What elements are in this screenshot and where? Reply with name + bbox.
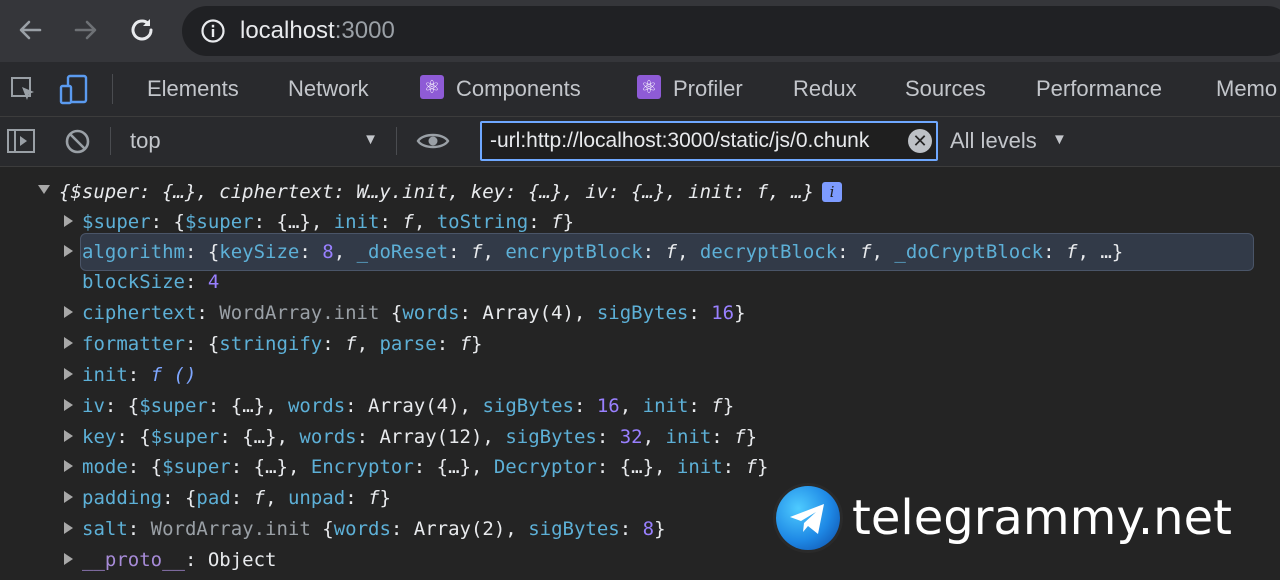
clear-console-icon[interactable] (64, 128, 91, 155)
property-class: WordArray.init (150, 518, 311, 540)
property-row[interactable]: algorithm: {keySize: 8, _doReset: f, enc… (64, 237, 1123, 267)
inspect-element-icon[interactable] (10, 76, 38, 104)
tab-components[interactable]: ⚛ Components (420, 62, 581, 116)
tab-sources[interactable]: Sources (905, 62, 986, 116)
paper-plane-icon (790, 504, 824, 534)
devtools-tab-bar: Elements Network ⚛ Components ⚛ Profiler R… (0, 62, 1280, 117)
property-row[interactable]: $super: {$super: {…}, init: f, toString:… (64, 207, 574, 237)
property-value: {keySize: 8, _doReset: f, encryptBlock: … (207, 241, 1124, 263)
forward-button[interactable] (68, 12, 104, 48)
telegram-globe-icon (776, 486, 840, 550)
url-port: :3000 (334, 17, 395, 44)
info-badge[interactable]: i (821, 181, 842, 202)
expand-triangle-icon[interactable] (64, 367, 73, 380)
property-row[interactable]: iv: {$super: {…}, words: Array(4), sigBy… (64, 391, 734, 421)
object-summary: {$super: {…}, ciphertext: W…y.init, key:… (59, 181, 814, 203)
property-key: iv (82, 395, 105, 417)
tab-network[interactable]: Network (288, 62, 369, 116)
eye-icon[interactable] (416, 129, 450, 153)
property-key: ciphertext (82, 302, 197, 324)
property-row[interactable]: mode: {$super: {…}, Encryptor: {…}, Decr… (64, 452, 768, 482)
tab-components-label: Components (456, 76, 581, 101)
toolbar-divider (396, 127, 397, 155)
collapse-triangle-icon[interactable] (38, 185, 50, 194)
property-row: blockSize: 4 (82, 271, 220, 293)
object-summary-row[interactable]: {$super: {…}, ciphertext: W…y.init, key:… (38, 177, 842, 207)
back-button[interactable] (12, 12, 48, 48)
property-value: Object (207, 549, 277, 571)
watermark: telegrammy.net (776, 486, 1280, 556)
show-sidebar-icon[interactable] (6, 128, 36, 154)
back-arrow-icon (19, 20, 42, 40)
property-key: formatter (82, 333, 185, 355)
property-row[interactable]: __proto__: Object (64, 545, 276, 575)
property-row[interactable]: padding: {pad: f, unpad: f} (64, 483, 391, 513)
property-row[interactable]: ciphertext: WordArray.init {words: Array… (64, 298, 746, 328)
forward-arrow-icon (74, 20, 97, 40)
property-value: {words: Array(4), sigBytes: 16} (390, 302, 746, 324)
property-key: mode (82, 456, 128, 478)
property-value: {words: Array(2), sigBytes: 8} (322, 518, 666, 540)
property-value: {$super: {…}, words: Array(4), sigBytes:… (127, 395, 735, 417)
log-levels-dropdown[interactable]: All levels ▼ (944, 117, 1074, 165)
expand-triangle-icon[interactable] (64, 490, 73, 503)
tab-profiler[interactable]: ⚛ Profiler (637, 62, 743, 116)
tab-elements[interactable]: Elements (147, 62, 239, 116)
watermark-text: telegrammy.net (852, 490, 1232, 546)
property-value: f () (150, 364, 197, 386)
react-icon: ⚛ (420, 75, 444, 100)
log-levels-value: All levels (950, 128, 1037, 153)
property-value: {$super: {…}, words: Array(12), sigBytes… (139, 426, 758, 448)
property-key: $super (82, 211, 151, 233)
property-row[interactable]: init: f () (64, 360, 196, 390)
expand-triangle-icon[interactable] (64, 521, 73, 534)
expand-triangle-icon[interactable] (64, 552, 73, 565)
toolbar-divider (110, 127, 111, 155)
url-text: localhost:3000 (240, 17, 395, 45)
property-class: WordArray.init (219, 302, 380, 324)
site-info-icon[interactable] (200, 18, 226, 44)
filter-value: -url:http://localhost:3000/static/js/0.c… (490, 129, 870, 152)
property-key: algorithm (82, 241, 185, 263)
property-value: {pad: f, unpad: f} (184, 487, 391, 509)
property-key: key (82, 426, 117, 448)
property-value: 4 (207, 271, 220, 293)
chevron-down-icon: ▼ (1052, 131, 1067, 148)
expand-triangle-icon[interactable] (64, 305, 73, 318)
reload-button[interactable] (124, 12, 160, 48)
reload-icon (131, 19, 153, 41)
chevron-down-icon: ▼ (363, 131, 378, 148)
property-row[interactable]: formatter: {stringify: f, parse: f} (64, 329, 482, 359)
context-value: top (130, 128, 161, 153)
tab-divider (112, 74, 113, 104)
property-key: padding (82, 487, 163, 509)
url-host: localhost (240, 17, 335, 44)
tab-profiler-label: Profiler (673, 76, 743, 101)
property-value: {stringify: f, parse: f} (207, 333, 483, 355)
context-selector[interactable]: top ▼ (118, 117, 384, 165)
filter-input[interactable]: -url:http://localhost:3000/static/js/0.c… (480, 121, 938, 161)
tab-redux[interactable]: Redux (793, 62, 857, 116)
expand-triangle-icon[interactable] (64, 398, 73, 411)
property-key: salt (82, 518, 128, 540)
device-toolbar-icon[interactable] (58, 74, 92, 106)
property-key: blockSize (82, 271, 185, 293)
tab-performance[interactable]: Performance (1036, 62, 1162, 116)
expand-triangle-icon[interactable] (64, 244, 73, 257)
clear-filter-icon[interactable]: ✕ (908, 129, 932, 153)
tab-memory[interactable]: Memo (1216, 62, 1277, 116)
expand-triangle-icon[interactable] (64, 336, 73, 349)
property-value: {$super: {…}, init: f, toString: f} (173, 211, 575, 233)
address-bar[interactable]: localhost:3000 (182, 6, 1280, 56)
expand-triangle-icon[interactable] (64, 429, 73, 442)
property-row[interactable]: salt: WordArray.init {words: Array(2), s… (64, 514, 666, 544)
react-icon: ⚛ (637, 75, 661, 100)
property-value: {$super: {…}, Encryptor: {…}, Decryptor:… (150, 456, 769, 478)
property-key: init (82, 364, 128, 386)
expand-triangle-icon[interactable] (64, 459, 73, 472)
property-key: __proto__ (82, 549, 185, 571)
property-row[interactable]: key: {$super: {…}, words: Array(12), sig… (64, 422, 757, 452)
expand-triangle-icon[interactable] (64, 214, 73, 227)
